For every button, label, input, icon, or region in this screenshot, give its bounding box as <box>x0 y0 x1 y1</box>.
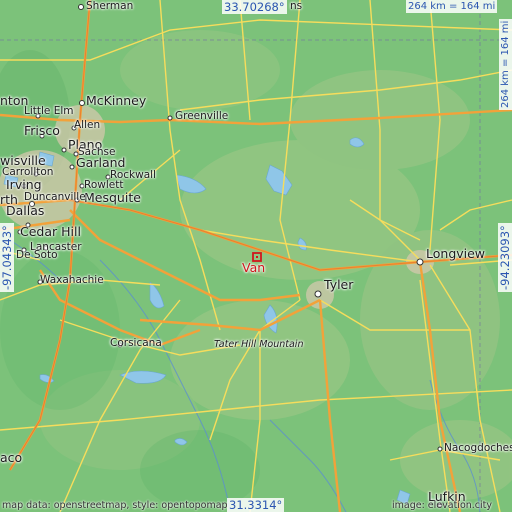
city-label-rth: rth <box>0 192 18 207</box>
city-label-nacogdoches: Nacogdoches <box>444 442 512 454</box>
city-label-garland: Garland <box>76 155 126 170</box>
city-marker-plano <box>61 147 67 153</box>
city-label-cedar-hill: Cedar Hill <box>20 224 81 239</box>
city-label-mckinney: McKinney <box>86 93 147 108</box>
feature-label-tater-hill-mountain: Tater Hill Mountain <box>214 339 304 350</box>
city-label-nton: nton <box>0 93 29 108</box>
city-label-irving: Irving <box>6 177 42 192</box>
city-label-longview: Longview <box>426 246 486 261</box>
marker-center <box>256 256 258 258</box>
city-marker-greenville <box>167 115 173 121</box>
city-label-tyler: Tyler <box>324 277 354 292</box>
city-label-little-elm: Little Elm <box>24 105 74 117</box>
city-label-sherman: Sherman <box>86 0 134 12</box>
city-label-ns: ns <box>290 0 303 12</box>
city-label-de-soto: De Soto <box>16 249 58 261</box>
coord-bottom: 31.3314° <box>227 498 285 512</box>
attribution-right: image: elevation.city <box>392 500 493 511</box>
city-marker-mckinney <box>79 100 85 106</box>
coord-top: 33.70268° <box>222 0 287 14</box>
coord-right: -94.23093° <box>498 223 512 292</box>
place-label-van: Van <box>242 260 266 275</box>
city-label-wisville: wisville <box>0 153 46 168</box>
city-marker-nacogdoches <box>437 446 443 452</box>
city-label-mesquite: Mesquite <box>84 190 141 205</box>
city-label-duncanville: Duncanville <box>24 191 86 203</box>
city-label-frisco: Frisco <box>24 123 60 138</box>
attribution-left: map data: openstreetmap, style: opentopo… <box>2 500 228 511</box>
city-label-aco: aco <box>0 450 23 465</box>
city-marker-sherman <box>78 4 84 10</box>
city-marker-tyler <box>314 290 322 298</box>
scale-right: 264 km = 164 mi <box>499 18 512 110</box>
city-label-allen: Allen <box>74 119 101 131</box>
city-label-rowlett: Rowlett <box>84 179 124 191</box>
city-label-waxahachie: Waxahachie <box>40 274 104 286</box>
city-marker-garland <box>69 164 75 170</box>
city-label-greenville: Greenville <box>175 110 229 122</box>
city-label-corsicana: Corsicana <box>110 337 162 349</box>
coord-left: -97.04343° <box>0 223 14 292</box>
city-marker-longview <box>416 258 424 266</box>
map-view[interactable]: Sherman McKinney Little Elm Frisco Allen… <box>0 0 512 512</box>
city-label-carrollton: Carrollton <box>2 166 54 178</box>
scale-top: 264 km = 164 mi <box>406 0 498 13</box>
